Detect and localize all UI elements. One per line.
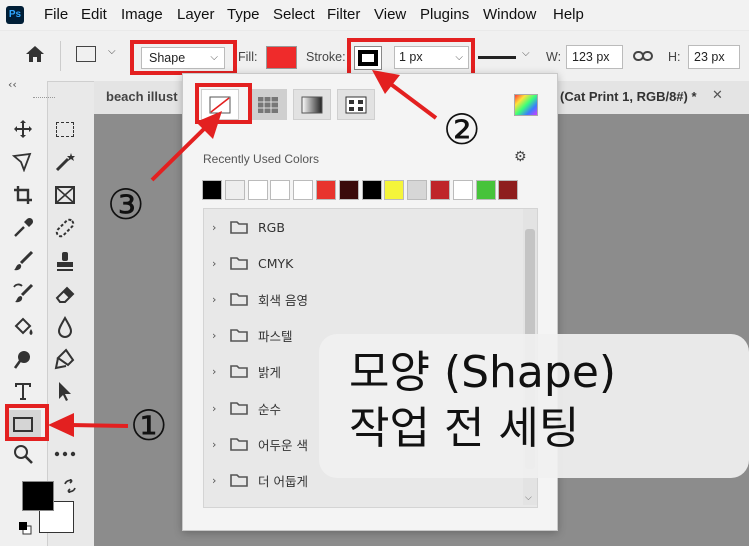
caption-line-1: 모양 (Shape) [349, 347, 617, 398]
caption-line-2: 작업 전 세팅 [349, 403, 580, 454]
arrow-2-line [386, 80, 438, 120]
annotation-marker-1: ① [130, 401, 168, 450]
arrow-1-line [69, 423, 129, 428]
arrow-3-line [150, 126, 207, 182]
arrow-1-head [48, 413, 74, 437]
caption-overlay: 모양 (Shape) 작업 전 세팅 [319, 334, 749, 478]
annotation-marker-3: ③ [107, 180, 145, 229]
annotation-marker-2: ② [443, 105, 481, 154]
arrow-2-head [372, 70, 400, 94]
